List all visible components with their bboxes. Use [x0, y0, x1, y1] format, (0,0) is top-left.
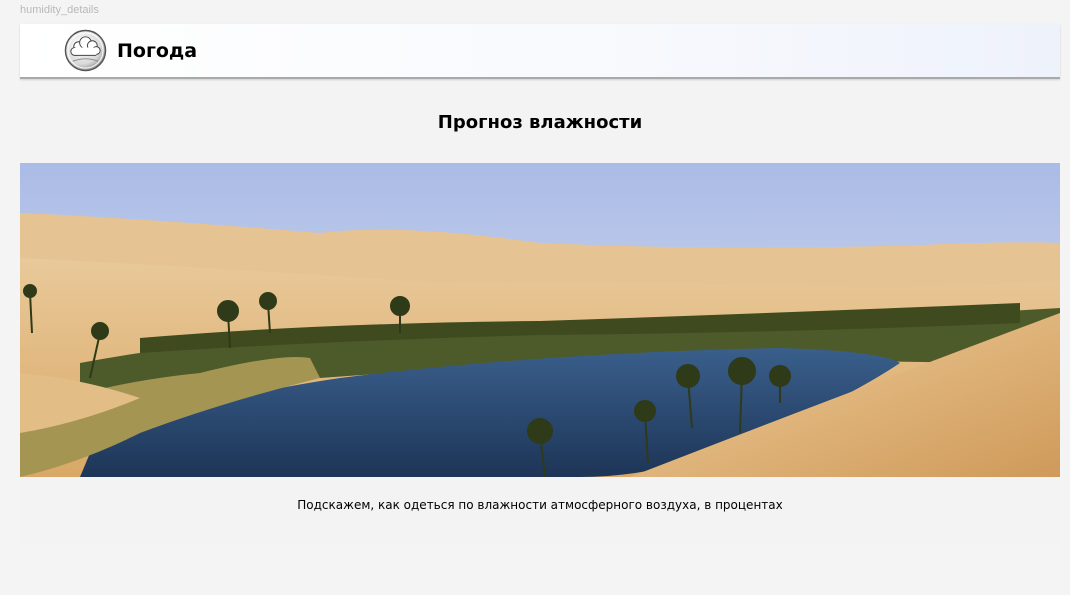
desert-oasis-image [20, 163, 1060, 477]
brand-title[interactable]: Погода [117, 40, 197, 62]
page-title: Прогноз влажности [437, 112, 643, 133]
frame-label: humidity_details [20, 4, 99, 16]
header: Погода [20, 24, 1060, 79]
page: Погода Прогноз влажности Подскажем, как … [20, 24, 1060, 544]
hero-caption: Подскажем, как одеться по влажности атмо… [297, 498, 783, 512]
cloud-logo-icon[interactable] [64, 29, 107, 72]
